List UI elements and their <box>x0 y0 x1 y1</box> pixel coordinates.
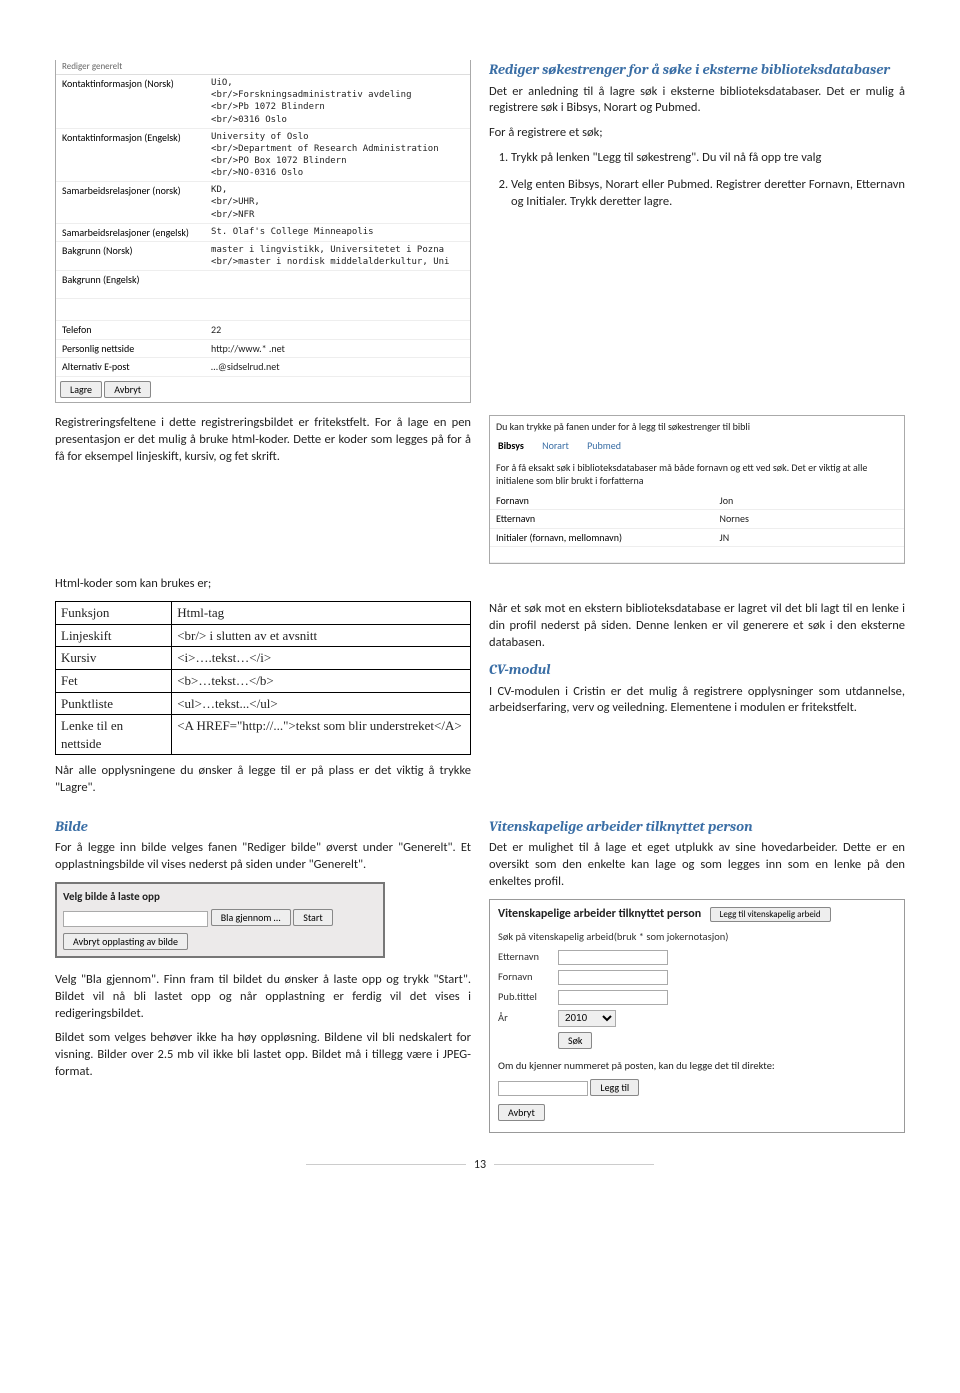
upload-title: Velg bilde å laste opp <box>63 890 377 905</box>
vit-leggtil-button[interactable]: Legg til <box>590 1079 639 1096</box>
vit-etternavn-input[interactable] <box>558 950 668 965</box>
avbryt-button[interactable]: Avbryt <box>104 381 151 398</box>
cancel-upload-button[interactable]: Avbryt opplasting av bilde <box>63 933 188 950</box>
browse-button[interactable]: Bla gjennom … <box>211 909 291 926</box>
vit-para: Det er mulighet til å lage et eget utplu… <box>489 840 905 891</box>
heading-vitenskapelige: Vitenskapelige arbeider tilknyttet perso… <box>489 817 905 837</box>
heading-bilde: Bilde <box>55 817 471 837</box>
vit-direct-input[interactable] <box>498 1081 588 1096</box>
upload-panel: Velg bilde å laste opp Bla gjennom … Sta… <box>55 882 385 958</box>
page-number: 13 <box>474 1158 486 1172</box>
cvmodul-para: I CV-modulen i Cristin er det mulig å re… <box>489 684 905 718</box>
tab-norart[interactable]: Norart <box>534 437 577 455</box>
heading-cvmodul: CV-modul <box>489 660 905 680</box>
panel-header-cut: Rediger generelt <box>56 60 470 75</box>
generelt-fields: Kontaktinformasjon (Norsk)UiO, <br/>Fors… <box>56 75 470 376</box>
tab-pubmed[interactable]: Pubmed <box>579 437 629 455</box>
start-upload-button[interactable]: Start <box>293 909 332 926</box>
html-codes-table: FunksjonHtml-tag Linjeskift<br/> i slutt… <box>55 601 471 755</box>
tab-bibsys[interactable]: Bibsys <box>490 437 532 455</box>
rediger-generelt-panel: Rediger generelt Kontaktinformasjon (Nor… <box>55 60 471 403</box>
sokestrenger-p1: Det er anledning til å lagre søk i ekste… <box>489 84 905 118</box>
step-1: Trykk på lenken "Legg til søkestreng". D… <box>511 150 905 167</box>
add-vit-button[interactable]: Legg til vitenskapelig arbeid <box>710 907 831 922</box>
vit-direct-label: Om du kjenner nummeret på posten, kan du… <box>498 1059 896 1073</box>
html-koder-intro: Html-koder som kan brukes er; <box>55 576 905 593</box>
sokestrenger-p2: For å registrere et søk; <box>489 125 905 142</box>
vit-pubtittel-input[interactable] <box>558 990 668 1005</box>
upload-path-input[interactable] <box>63 911 208 927</box>
bilde-after1: Velg "Bla gjennom". Finn fram til bildet… <box>55 972 471 1023</box>
tab-panel-top: Du kan trykke på fanen under for å legg … <box>490 416 904 438</box>
heading-sokestrenger: Rediger søkestrenger for å søke i ekster… <box>489 60 905 80</box>
vit-avbryt-button[interactable]: Avbryt <box>498 1104 545 1121</box>
vit-ar-select[interactable]: 2010 <box>558 1010 616 1027</box>
vit-search-heading: Søk på vitenskapelig arbeid(bruk * som j… <box>498 930 896 944</box>
bilde-after2: Bildet som velges behøver ikke ha høy op… <box>55 1030 471 1081</box>
sok-lagret-para: Når et søk mot en ekstern biblioteksdata… <box>489 601 905 652</box>
lagre-button[interactable]: Lagre <box>60 381 102 398</box>
vit-fornavn-input[interactable] <box>558 970 668 985</box>
tab-help: For å få eksakt søk i biblioteksdatabase… <box>490 457 904 492</box>
vit-panel-title: Vitenskapelige arbeider tilknyttet perso… <box>498 906 701 922</box>
sokestreng-tab-panel: Du kan trykke på fanen under for å legg … <box>489 415 905 565</box>
vit-panel: Vitenskapelige arbeider tilknyttet perso… <box>489 899 905 1133</box>
step-2: Velg enten Bibsys, Norart eller Pubmed. … <box>511 177 905 211</box>
page-footer: 13 <box>55 1157 905 1173</box>
fritekst-para: Registreringsfeltene i dette registrerin… <box>55 415 471 466</box>
vit-sok-button[interactable]: Søk <box>558 1032 592 1049</box>
codes-after: Når alle opplysningene du ønsker å legge… <box>55 763 471 797</box>
bilde-para: For å legge inn bilde velges fanen "Redi… <box>55 840 471 874</box>
